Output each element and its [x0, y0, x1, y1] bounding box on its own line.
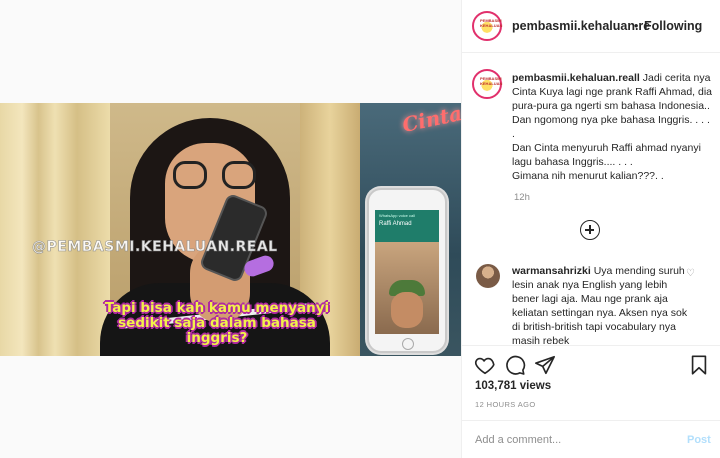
view-count[interactable]: 103,781 views [475, 380, 551, 392]
call-topbar: WhatsApp voice call Raffi Ahmad [375, 210, 439, 242]
small-heart-icon[interactable]: ♡ [686, 268, 695, 279]
instagram-post-window: Cinta @PEMBASMI.KEHALUAN.REAL Tapi bisa … [0, 0, 720, 458]
following-button[interactable]: Following [644, 19, 702, 33]
author-username[interactable]: pembasmii.kehaluan.re [512, 19, 650, 33]
comment-text: warmansahrizki Uya mending suruh lesin a… [512, 264, 692, 346]
glasses [173, 161, 207, 189]
share-icon[interactable] [534, 354, 556, 376]
phone-call-overlay: WhatsApp voice call Raffi Ahmad [367, 188, 447, 353]
post-header: PEMBASMI KEHALUAN pembasmii.kehaluan.re … [462, 0, 720, 53]
post-age: 12 HOURS AGO [475, 400, 536, 409]
avatar-logo-text: PEMBASMI KEHALUAN [480, 76, 503, 86]
video-subtitle: Tapi bisa kah kamu menyanyi sedikit saja… [104, 300, 330, 346]
caption-timestamp: 12h [514, 192, 530, 203]
caption-line: Dan Cinta menyuruh Raffi ahmad nyanyi la… [512, 142, 701, 168]
caller-name: Raffi Ahmad [379, 221, 412, 227]
action-bar: 103,781 views 12 HOURS AGO Add a comment… [462, 345, 720, 458]
caption-block: PEMBASMI KEHALUAN pembasmii.kehaluan.rea… [462, 55, 720, 265]
heart-icon[interactable] [474, 354, 496, 376]
caption-username[interactable]: pembasmii.kehaluan.reall [512, 72, 640, 84]
comment-body: Uya mending suruh lesin anak nya English… [512, 265, 688, 346]
author-avatar[interactable]: PEMBASMI KEHALUAN [472, 11, 502, 41]
call-status: WhatsApp voice call [379, 213, 416, 218]
media-pane: Cinta @PEMBASMI.KEHALUAN.REAL Tapi bisa … [0, 0, 461, 458]
bookmark-icon[interactable] [688, 354, 710, 376]
phone-screen: WhatsApp voice call Raffi Ahmad [375, 210, 439, 334]
video-watermark: @PEMBASMI.KEHALUAN.REAL [32, 239, 278, 256]
caller-face [391, 292, 423, 328]
letterbox-top [0, 0, 461, 103]
comment-item: warmansahrizki Uya mending suruh lesin a… [462, 258, 720, 346]
separator-dot: • [634, 19, 639, 33]
caption-avatar[interactable]: PEMBASMI KEHALUAN [472, 69, 502, 99]
avatar-logo-text: PEMBASMI KEHALUAN [480, 18, 503, 28]
post-sidebar: PEMBASMI KEHALUAN pembasmii.kehaluan.re … [461, 0, 720, 458]
commenter-avatar[interactable] [476, 264, 500, 288]
caption-text: pembasmii.kehaluan.reall Jadi cerita nya… [512, 71, 712, 183]
post-comment-button[interactable]: Post [687, 434, 711, 446]
add-comment-bar: Add a comment... Post [462, 420, 720, 458]
letterbox-bottom [0, 356, 461, 458]
glasses [222, 161, 256, 189]
home-button-icon [402, 338, 414, 350]
caller-photo [375, 242, 439, 334]
commenter-username[interactable]: warmansahrizki [512, 265, 591, 277]
add-circle-icon[interactable] [580, 220, 600, 240]
comment-input[interactable]: Add a comment... [475, 434, 561, 446]
comment-icon[interactable] [504, 354, 526, 376]
caption-line: Gimana nih menurut kalian???. . [512, 170, 664, 182]
